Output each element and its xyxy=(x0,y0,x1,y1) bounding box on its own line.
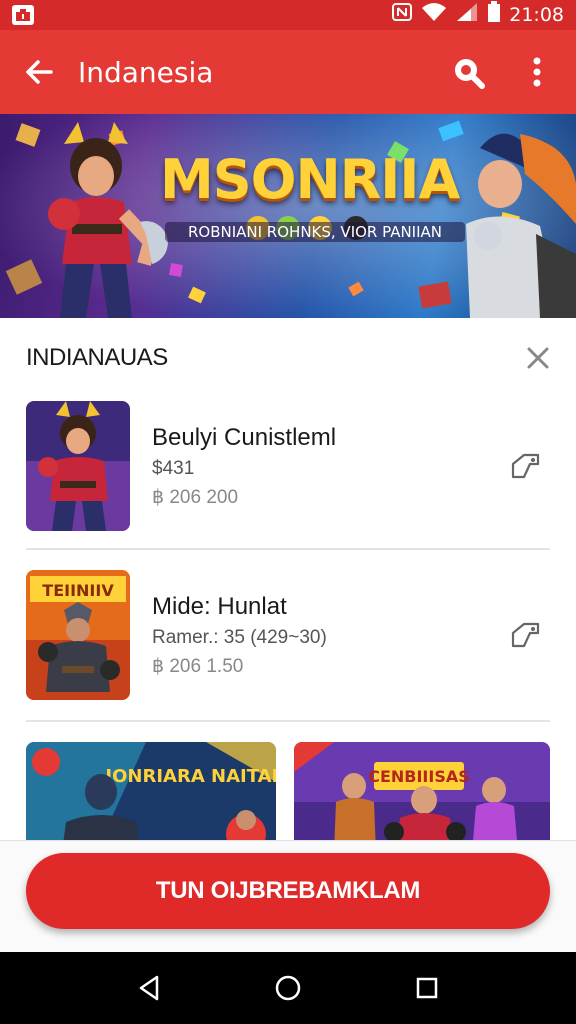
thumb-label: TEIINIIV xyxy=(42,581,114,600)
banner-artwork xyxy=(0,114,576,318)
status-time: 21:08 xyxy=(509,4,564,26)
item-text: Mide: Hunlat Ramer.: 35 (429~30) ฿ 206 1… xyxy=(152,593,502,678)
game-card[interactable]: CENBIIISAS xyxy=(294,742,550,852)
section-title: INDIANAUAS xyxy=(26,344,168,371)
item-text: Beulyi Cunistleml $431 ฿ 206 200 xyxy=(152,424,502,509)
card-label: CENBIIISAS xyxy=(368,767,470,786)
app-title: Indanesia xyxy=(78,55,214,89)
close-icon xyxy=(527,347,549,369)
search-button[interactable] xyxy=(438,30,498,114)
item-tag-button[interactable] xyxy=(502,442,550,490)
cta-sheet: TUN OIJBREBAMKLAM xyxy=(0,840,576,952)
item-title: Mide: Hunlat xyxy=(152,592,287,620)
wifi-icon xyxy=(421,2,447,28)
tag-icon xyxy=(511,622,540,648)
banner-title: MSONRIIA xyxy=(160,148,460,211)
app-bar: Indanesia xyxy=(0,30,576,114)
search-icon xyxy=(455,59,485,89)
battery-icon xyxy=(487,1,501,29)
banner-subtitle: ROBNIANI ROHNKS, VIOR PANIIAN xyxy=(165,222,465,242)
divider xyxy=(26,548,550,550)
app-notification-icon xyxy=(12,5,34,25)
item-thumbnail xyxy=(26,401,130,531)
nfc-icon xyxy=(391,2,413,28)
item-price: $431 xyxy=(152,457,195,479)
status-bar: 21:08 xyxy=(0,0,576,30)
signal-icon xyxy=(455,2,479,28)
item-meta: ฿ 206 1.50 xyxy=(152,655,244,677)
nav-back-button[interactable] xyxy=(119,958,179,1018)
divider xyxy=(26,720,550,722)
cta-button[interactable]: TUN OIJBREBAMKLAM xyxy=(26,853,550,929)
recents-square-icon xyxy=(416,977,437,999)
back-button[interactable] xyxy=(0,30,78,114)
status-icons: 21:08 xyxy=(391,1,564,29)
section-header: INDIANAUAS xyxy=(26,338,556,378)
tag-icon xyxy=(511,453,540,479)
item-details: Ramer.: 35 (429~30) xyxy=(152,626,327,648)
nav-recents-button[interactable] xyxy=(397,958,457,1018)
game-card[interactable]: IONRIARA NAITAN xyxy=(26,742,276,852)
item-title: Beulyi Cunistleml xyxy=(152,423,337,451)
card-label: IONRIARA NAITAN xyxy=(105,766,276,787)
nav-home-button[interactable] xyxy=(258,958,318,1018)
home-circle-icon xyxy=(275,975,301,1001)
item-thumbnail: TEIINIIV xyxy=(26,570,130,700)
back-triangle-icon xyxy=(140,975,159,1001)
list-item[interactable]: TEIINIIV Mide: Hunlat Ramer.: 35 (429~30… xyxy=(26,570,550,700)
item-meta: ฿ 206 200 xyxy=(152,486,239,508)
close-button[interactable] xyxy=(520,340,556,376)
more-options-button[interactable] xyxy=(498,30,576,114)
more-vertical-icon xyxy=(533,57,541,87)
system-nav-bar xyxy=(0,952,576,1024)
list-item[interactable]: Beulyi Cunistleml $431 ฿ 206 200 xyxy=(26,401,550,531)
item-tag-button[interactable] xyxy=(502,611,550,659)
promo-banner[interactable]: MSONRIIA ROBNIANI ROHNKS, VIOR PANIIAN xyxy=(0,114,576,318)
screen: 21:08 Indanesia MSONRIIA ROBNIANI ROHNKS… xyxy=(0,0,576,1024)
arrow-left-icon xyxy=(26,60,53,84)
